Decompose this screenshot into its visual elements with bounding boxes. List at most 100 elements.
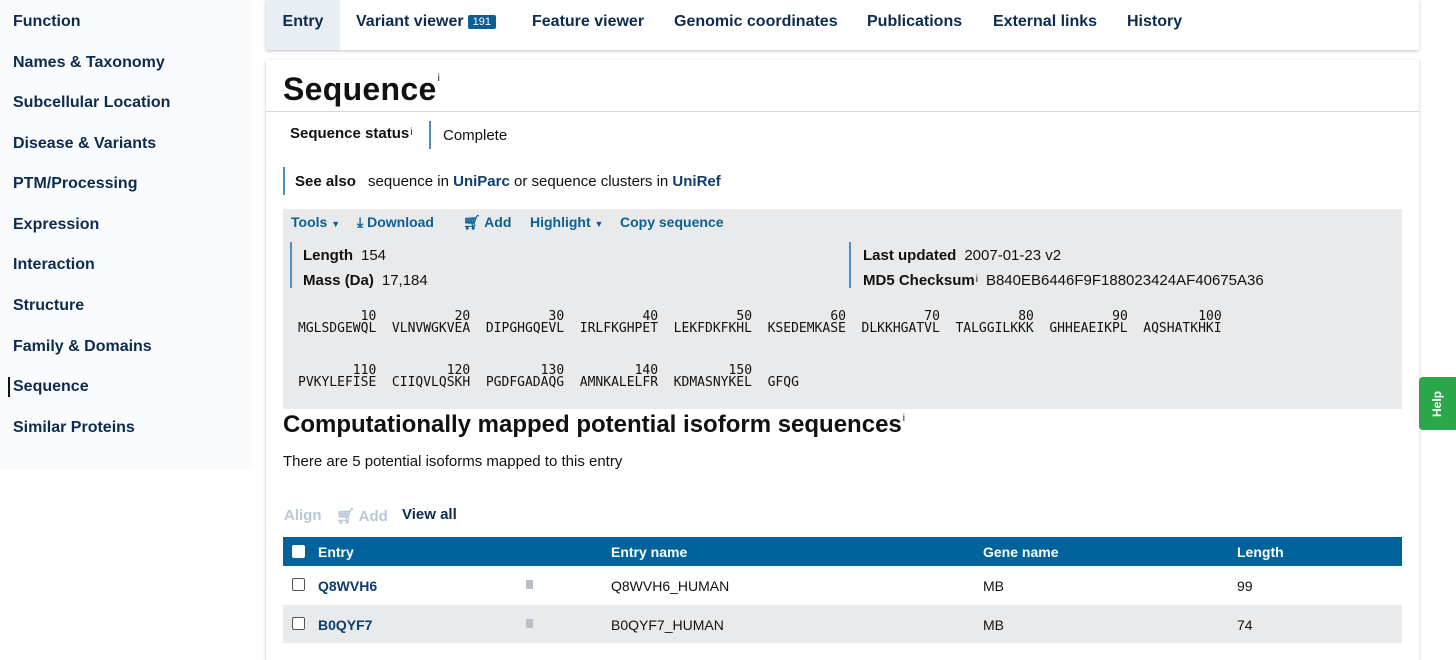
- sidebar-item-function[interactable]: Function: [13, 13, 81, 31]
- sequence-line: MGLSDGEWQL VLNVWGKVEA DIPGHGQEVL IRLFKGH…: [298, 321, 1222, 336]
- highlight-label: Highlight: [530, 214, 591, 230]
- uniparc-link[interactable]: UniParc: [453, 173, 510, 190]
- tab-bar: Entry Variant viewer 191 Feature viewer G…: [266, 0, 1419, 50]
- gene-name-cell: MB: [983, 617, 1004, 633]
- md5-value: B840EB6446F9F188023424AF40675A36: [985, 272, 1264, 289]
- length-value: 154: [361, 247, 387, 264]
- tab-external-links[interactable]: External links: [993, 0, 1097, 50]
- sidebar-item-disease-variants[interactable]: Disease & Variants: [13, 135, 156, 153]
- meta-divider: [290, 242, 292, 288]
- meta-divider: [849, 242, 851, 288]
- sequence-position-number: 50: [736, 309, 753, 324]
- table-header: Entry Entry name Gene name Length: [283, 537, 1402, 566]
- column-header-entry-name[interactable]: Entry name: [611, 544, 687, 560]
- variant-count-badge: 191: [467, 15, 496, 29]
- tab-history[interactable]: History: [1127, 0, 1182, 50]
- chevron-down-icon: ▼: [594, 219, 604, 229]
- entry-name-cell: Q8WVH6_HUMAN: [611, 578, 730, 594]
- sidebar-item-similar-proteins[interactable]: Similar Proteins: [13, 419, 135, 437]
- isoforms-title-text: Computationally mapped potential isoform…: [283, 411, 902, 438]
- align-button[interactable]: Align: [284, 507, 322, 524]
- tab-feature-viewer[interactable]: Feature viewer: [532, 0, 644, 50]
- column-header-length[interactable]: Length: [1237, 544, 1284, 560]
- add-button[interactable]: 🛒︎ Add: [463, 214, 511, 231]
- info-icon[interactable]: i: [903, 413, 905, 424]
- entry-name-cell: B0QYF7_HUMAN: [611, 617, 724, 633]
- tab-genomic-coordinates[interactable]: Genomic coordinates: [674, 0, 838, 50]
- length-field: Length 154: [303, 247, 386, 264]
- last-updated-label: Last updated: [863, 247, 957, 264]
- sequence-position-number: 30: [548, 309, 565, 324]
- status-value: Complete: [443, 127, 508, 144]
- add-isoform-label: Add: [358, 508, 388, 525]
- tools-menu[interactable]: Tools ▼: [291, 214, 340, 230]
- sequence-position-number: 40: [642, 309, 659, 324]
- copy-sequence-button[interactable]: Copy sequence: [620, 214, 723, 230]
- column-header-gene-name[interactable]: Gene name: [983, 544, 1058, 560]
- sequence-position-number: 10: [360, 309, 377, 324]
- see-also-divider: [283, 167, 285, 195]
- sidebar-item-sequence[interactable]: Sequence: [13, 378, 89, 396]
- info-icon[interactable]: i: [976, 274, 978, 285]
- add-isoform-button[interactable]: 🛒︎ Add: [336, 507, 388, 525]
- see-also-label: See also: [295, 173, 356, 190]
- row-checkbox[interactable]: [292, 617, 305, 630]
- uniref-link[interactable]: UniRef: [672, 173, 720, 190]
- sequence-position-number: 100: [1198, 309, 1222, 324]
- sidebar-item-names-taxonomy[interactable]: Names & Taxonomy: [13, 54, 165, 72]
- help-label: Help: [1430, 391, 1444, 418]
- last-updated-value: 2007-01-23 v2: [964, 247, 1062, 264]
- see-also-text: or sequence clusters in: [514, 173, 669, 190]
- sequence-position-number: 20: [454, 309, 471, 324]
- sidebar-item-expression[interactable]: Expression: [13, 216, 99, 234]
- entry-link[interactable]: Q8WVH6: [318, 578, 377, 594]
- tab-entry[interactable]: Entry: [266, 0, 340, 50]
- active-indicator: [8, 377, 10, 397]
- length-cell: 74: [1237, 617, 1253, 633]
- divider: [266, 111, 1419, 112]
- sequence-position-number: 120: [446, 363, 471, 378]
- sidebar-item-family-domains[interactable]: Family & Domains: [13, 338, 152, 356]
- sidebar-item-structure[interactable]: Structure: [13, 297, 84, 315]
- document-icon: [526, 619, 533, 628]
- sequence-position-number: 150: [728, 363, 753, 378]
- select-all-checkbox[interactable]: [292, 545, 305, 558]
- status-divider: [429, 121, 431, 149]
- length-cell: 99: [1237, 578, 1253, 594]
- view-all-link[interactable]: View all: [402, 506, 457, 523]
- sequence-section: Sequencei Sequence statusi Complete See …: [266, 60, 1419, 660]
- sidebar: Function Names & Taxonomy Subcellular Lo…: [0, 0, 252, 470]
- info-icon[interactable]: i: [410, 127, 412, 138]
- download-button[interactable]: ⤓ Download: [357, 214, 434, 231]
- help-button[interactable]: Help: [1419, 377, 1456, 430]
- chevron-down-icon: ▼: [331, 219, 341, 229]
- row-checkbox[interactable]: [292, 578, 305, 591]
- gene-name-cell: MB: [983, 578, 1004, 594]
- md5-label: MD5 Checksum: [863, 272, 975, 289]
- sequence-box: Tools ▼ ⤓ Download 🛒︎ Add Highlight ▼ Co…: [283, 209, 1402, 409]
- info-icon[interactable]: i: [438, 73, 441, 84]
- download-label: Download: [367, 214, 434, 230]
- see-also: See also sequence in UniParc or sequence…: [295, 173, 721, 190]
- tab-entry-label: Entry: [282, 13, 324, 30]
- last-updated-field: Last updated 2007-01-23 v2: [863, 247, 1061, 264]
- sidebar-item-subcellular-location[interactable]: Subcellular Location: [13, 94, 170, 112]
- column-header-entry[interactable]: Entry: [318, 544, 354, 560]
- section-title: Sequencei: [283, 71, 440, 108]
- section-title-text: Sequence: [283, 71, 437, 107]
- tab-publications[interactable]: Publications: [867, 0, 962, 50]
- entry-link[interactable]: B0QYF7: [318, 617, 372, 633]
- table-row: B0QYF7 B0QYF7_HUMAN MB 74: [283, 605, 1402, 643]
- sidebar-item-interaction[interactable]: Interaction: [13, 256, 95, 274]
- tab-variant-viewer-label: Variant viewer: [356, 13, 464, 30]
- sequence-position-number: 70: [924, 309, 940, 324]
- tab-variant-viewer[interactable]: Variant viewer 191: [356, 0, 496, 50]
- table-row: Q8WVH6 Q8WVH6_HUMAN MB 99: [283, 566, 1402, 604]
- sidebar-item-ptm-processing[interactable]: PTM/Processing: [13, 175, 137, 193]
- md5-field: MD5 Checksumi B840EB6446F9F188023424AF406…: [863, 272, 1264, 289]
- document-icon: [526, 580, 533, 589]
- mass-field: Mass (Da) 17,184: [303, 272, 428, 289]
- sequence-position-number: 110: [352, 363, 377, 378]
- length-label: Length: [303, 247, 353, 264]
- highlight-menu[interactable]: Highlight ▼: [530, 214, 603, 230]
